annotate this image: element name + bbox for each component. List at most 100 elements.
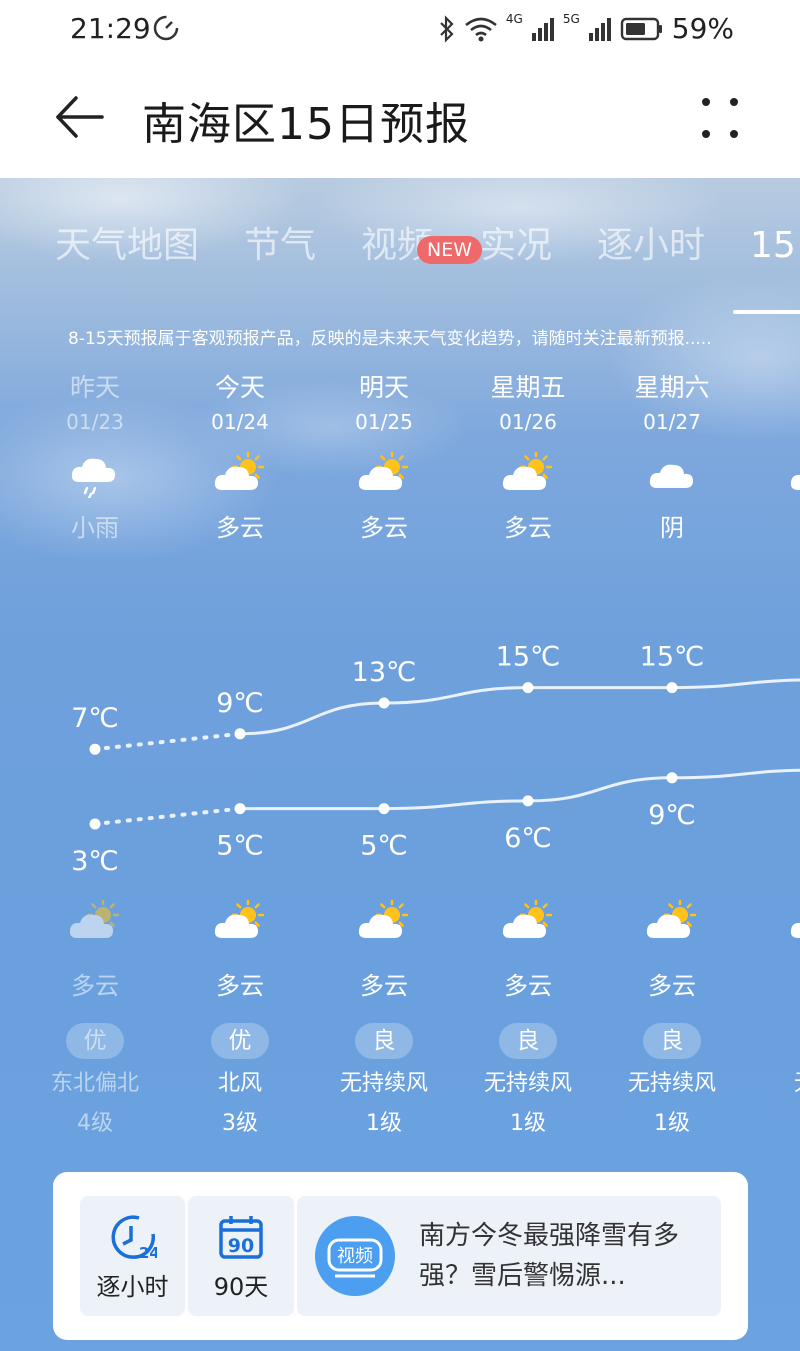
temperature-chart: 7℃3℃9℃5℃13℃5℃15℃6℃15℃9℃11 bbox=[71, 642, 800, 877]
night-weather: 多云 bbox=[216, 972, 264, 1000]
quick-links-card: 24 逐小时 90 90天 视频 南方今冬最强降雪有多强？雪后警惕源... bbox=[53, 1172, 748, 1340]
aqi-spacer bbox=[744, 1001, 800, 1059]
clock-24-icon: 24 bbox=[111, 1215, 157, 1262]
active-tab-indicator bbox=[733, 310, 800, 314]
night-column[interactable]: 多云良无持续风 1级 bbox=[312, 900, 456, 1137]
news-headline: 南方今冬最强降雪有多强？雪后警惕源... bbox=[419, 1221, 680, 1291]
status-time: 21:29 bbox=[70, 12, 151, 45]
tab-solar-terms[interactable]: 节气 bbox=[244, 216, 316, 268]
day-date: 01/27 bbox=[643, 410, 701, 434]
wind-direction: 无持续风 bbox=[483, 1071, 572, 1096]
high-temp-label: 15℃ bbox=[496, 642, 561, 673]
low-temp-label: 5℃ bbox=[216, 831, 264, 862]
day-column[interactable]: 今天 01/24 多云 bbox=[168, 368, 312, 543]
tab-live[interactable]: 实况 bbox=[480, 216, 552, 268]
battery-icon bbox=[620, 17, 662, 40]
rain-cloud-icon bbox=[71, 458, 115, 498]
high-temp-label: 9℃ bbox=[216, 688, 264, 719]
wind-level: 4级 bbox=[77, 1111, 113, 1136]
low-temp-point bbox=[522, 795, 534, 807]
tab-weather-map[interactable]: 天气地图 bbox=[55, 216, 199, 268]
title-bar: 南海区15日预报 bbox=[0, 56, 800, 178]
day-name: 今天 bbox=[214, 373, 265, 402]
day-column[interactable]: 明天 01/25 多云 bbox=[312, 368, 456, 543]
high-temp-label: 7℃ bbox=[71, 703, 119, 734]
aqi-badge: 良 bbox=[499, 1023, 557, 1059]
svg-text:24: 24 bbox=[139, 1244, 157, 1262]
high-temp-line bbox=[239, 678, 800, 736]
day-column[interactable]: 昨天 01/23 小雨 bbox=[23, 368, 167, 543]
partly-cloudy-icon bbox=[502, 452, 553, 490]
wind-direction: 无持续风 bbox=[627, 1071, 716, 1096]
day-column[interactable]: 星 0 多 bbox=[744, 368, 800, 543]
wind-direction: 北风 bbox=[217, 1071, 262, 1096]
night-column[interactable]: 多云良无持续风 1级 bbox=[456, 900, 600, 1137]
day-date: 01/23 bbox=[66, 410, 124, 434]
day-column[interactable]: 星期五 01/26 多云 bbox=[456, 368, 600, 543]
low-temp-label: 9℃ bbox=[648, 800, 696, 831]
network-5g-label: 5G bbox=[562, 12, 580, 26]
forecast-panel[interactable]: 天气地图 节气 视频 实况 逐小时 15日 NEW 8-15天预报属于客观预报产… bbox=[0, 178, 800, 1351]
day-weather: 多云 bbox=[216, 514, 264, 542]
aqi-badge: 良 bbox=[643, 1023, 701, 1059]
night-column[interactable]: 多云优北风 3级 bbox=[168, 900, 312, 1137]
day-name: 星期五 bbox=[490, 373, 566, 402]
day-weather: 多云 bbox=[360, 514, 408, 542]
low-temp-label: 5℃ bbox=[360, 831, 408, 862]
night-weather: 多云 bbox=[648, 972, 696, 1000]
signal-icon bbox=[531, 17, 554, 41]
partly-cloudy-icon bbox=[214, 900, 265, 938]
day-name: 星期六 bbox=[634, 373, 710, 402]
partly-cloudy-icon bbox=[358, 900, 409, 938]
calendar-90-icon: 90 bbox=[219, 1216, 263, 1259]
night-weather: 小 bbox=[744, 966, 800, 1001]
night-column[interactable]: 多云良无持续风 1级 bbox=[600, 900, 744, 1137]
status-bar: 21:29 4G 5G 59% bbox=[0, 0, 800, 56]
back-arrow-icon[interactable] bbox=[52, 92, 106, 142]
night-column[interactable]: 多云优东北偏北 4级 bbox=[23, 900, 167, 1137]
high-temp-point bbox=[522, 682, 534, 694]
wind-level: 3级 bbox=[222, 1111, 258, 1136]
video-badge-graphic: 视频 bbox=[327, 1238, 383, 1278]
day-date: 0 bbox=[744, 410, 800, 438]
partly-cloudy-icon bbox=[790, 922, 800, 938]
day-weather: 阴 bbox=[660, 514, 684, 542]
wind-direction: 无持 bbox=[744, 1065, 800, 1097]
bluetooth-icon bbox=[440, 14, 454, 43]
wifi-icon bbox=[465, 17, 497, 41]
day-column[interactable]: 星期六 01/27 阴 bbox=[600, 368, 744, 543]
wind-direction: 东北偏北 bbox=[50, 1071, 139, 1096]
night-weather: 多云 bbox=[71, 972, 119, 1000]
aqi-badge: 良 bbox=[355, 1023, 413, 1059]
wind-level: 1级 bbox=[510, 1111, 546, 1136]
low-temp-point bbox=[89, 818, 101, 830]
past-low-line bbox=[93, 806, 242, 826]
hourly-label: 逐小时 bbox=[96, 1273, 169, 1301]
day-date: 01/26 bbox=[499, 410, 557, 434]
battery-percentage: 59% bbox=[671, 12, 734, 45]
night-weather: 多云 bbox=[360, 972, 408, 1000]
day-weather: 小雨 bbox=[71, 514, 119, 542]
partly-cloudy-icon bbox=[69, 900, 120, 938]
more-options-icon[interactable] bbox=[696, 96, 744, 140]
partly-cloudy-icon bbox=[790, 474, 800, 490]
night-column[interactable]: 小无持 bbox=[744, 900, 800, 1105]
high-temp-point bbox=[89, 743, 101, 755]
high-temp-point bbox=[666, 682, 678, 694]
ninety-day-button[interactable]: 90 90天 bbox=[188, 1196, 294, 1316]
cloud-icon bbox=[649, 464, 693, 488]
past-high-line bbox=[93, 731, 242, 752]
partly-cloudy-icon bbox=[358, 452, 409, 490]
svg-text:90: 90 bbox=[228, 1235, 254, 1257]
news-item[interactable]: 视频 南方今冬最强降雪有多强？雪后警惕源... bbox=[297, 1196, 721, 1316]
day-date: 01/24 bbox=[211, 410, 269, 434]
new-badge: NEW bbox=[417, 236, 483, 264]
wind-level: 1级 bbox=[654, 1111, 690, 1136]
high-temp-point bbox=[234, 728, 246, 740]
tab-hourly[interactable]: 逐小时 bbox=[597, 216, 705, 268]
day-name: 昨天 bbox=[69, 373, 120, 402]
hourly-forecast-button[interactable]: 24 逐小时 bbox=[80, 1196, 185, 1316]
day-name: 星 bbox=[744, 368, 800, 404]
low-temp-point bbox=[378, 803, 390, 815]
tab-15day[interactable]: 15日 bbox=[750, 216, 800, 268]
